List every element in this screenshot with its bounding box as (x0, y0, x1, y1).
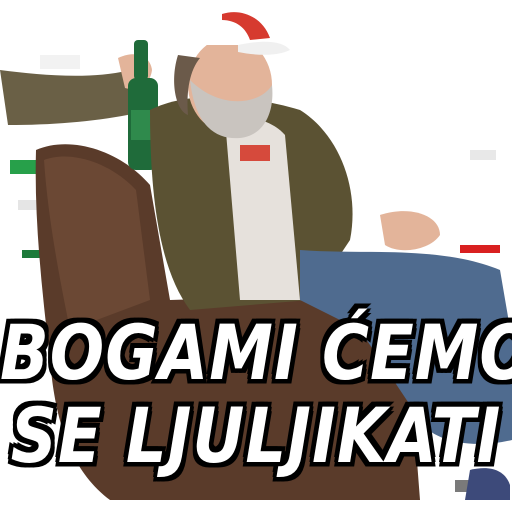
shirt-logo (240, 145, 270, 161)
resting-hand (380, 211, 440, 251)
caption-line-2: SE LJULJIKATI (10, 393, 502, 481)
caption-line-1: BOGAMI ĆEMO (0, 310, 512, 398)
